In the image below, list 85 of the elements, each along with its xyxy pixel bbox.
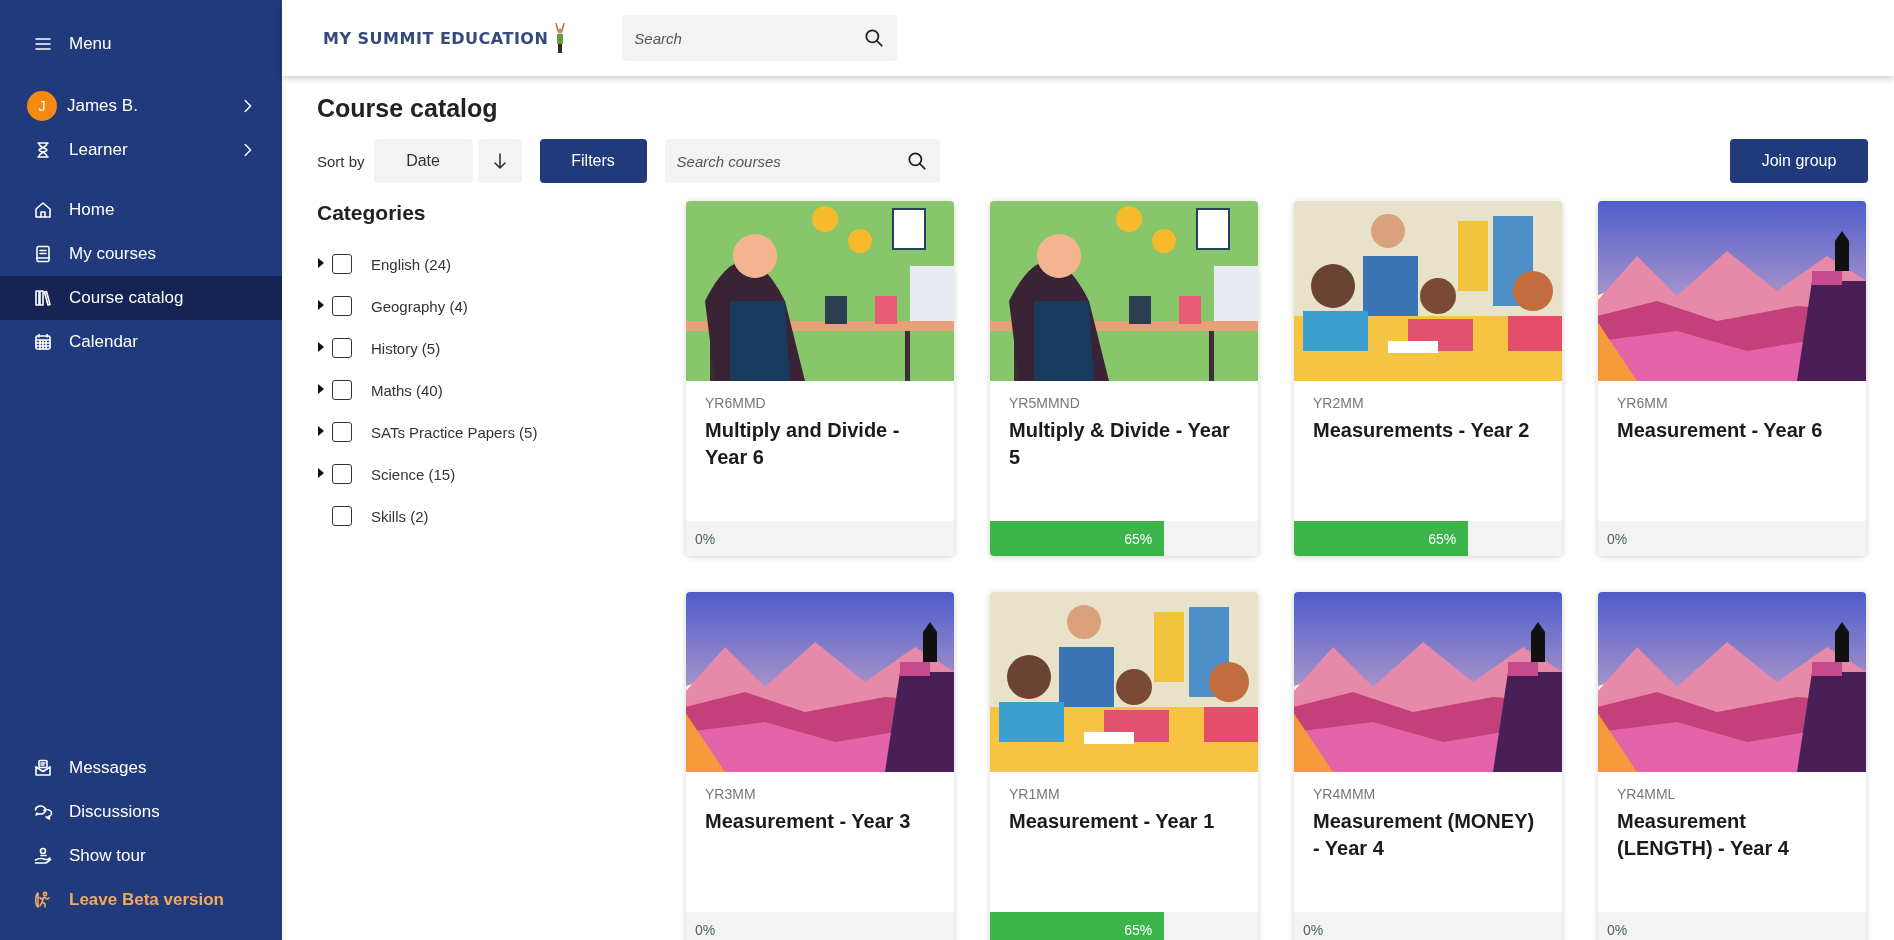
- nav-item[interactable]: Messages: [0, 746, 282, 790]
- page-title: Course catalog: [317, 94, 499, 123]
- checkbox[interactable]: [332, 296, 352, 316]
- home-icon: [33, 200, 53, 220]
- exit-icon: [33, 890, 53, 910]
- search-icon: [905, 150, 928, 172]
- progress-label: 0%: [695, 529, 716, 549]
- course-card[interactable]: YR5MMND Multiply & Divide - Year 5 65%: [990, 201, 1258, 556]
- expand-arrow-icon[interactable]: [317, 299, 325, 311]
- checkbox[interactable]: [332, 254, 352, 274]
- progress-label: 0%: [1607, 529, 1628, 549]
- book-icon: [33, 244, 53, 264]
- nav-item[interactable]: Home: [0, 188, 282, 232]
- sort-direction-button[interactable]: [477, 139, 522, 183]
- category-label[interactable]: History (5): [371, 339, 441, 357]
- course-title: Measurement - Year 6: [1617, 418, 1824, 443]
- user-menu[interactable]: J James B.: [0, 84, 282, 128]
- search-field[interactable]: Search: [622, 15, 898, 61]
- course-code: YR4MMM: [1313, 786, 1377, 802]
- course-card[interactable]: YR2MM Measurements - Year 2 65%: [1294, 201, 1562, 556]
- menu-toggle[interactable]: Menu: [0, 22, 282, 66]
- course-title: Measurement (MONEY) - Year 4: [1313, 809, 1536, 861]
- category-label[interactable]: English (24): [371, 255, 452, 273]
- course-code: YR1MM: [1009, 786, 1061, 802]
- checkbox[interactable]: [332, 338, 352, 358]
- progress-label: 0%: [695, 920, 716, 940]
- course-card[interactable]: YR6MMD Multiply and Divide - Year 6 0%: [686, 201, 954, 556]
- course-title: Measurement (LENGTH) - Year 4: [1617, 809, 1790, 861]
- checkbox[interactable]: [332, 422, 352, 442]
- sort-label: Sort by: [317, 152, 365, 170]
- sort-dropdown[interactable]: Date: [373, 139, 473, 183]
- course-card[interactable]: YR1MM Measurement - Year 1 65%: [990, 592, 1258, 940]
- course-card[interactable]: YR4MML Measurement (LENGTH) - Year 4 0%: [1598, 592, 1866, 940]
- categories-heading: Categories: [317, 201, 427, 225]
- nav-item[interactable]: Leave Beta version: [0, 878, 282, 922]
- role-menu[interactable]: Learner: [0, 128, 282, 172]
- category-label[interactable]: Science (15): [371, 465, 456, 483]
- logo-text[interactable]: MY SUMMIT EDUCATION: [323, 28, 549, 48]
- filters-button[interactable]: Filters: [539, 139, 647, 183]
- course-code: YR2MM: [1313, 395, 1365, 411]
- progress-label: 0%: [1303, 920, 1324, 940]
- checkbox[interactable]: [332, 506, 352, 526]
- books-icon: [33, 288, 53, 308]
- course-code: YR5MMND: [1009, 395, 1081, 411]
- chat-bubbles-icon: [33, 802, 53, 822]
- course-title: Measurement - Year 1: [1009, 809, 1216, 834]
- nav-item[interactable]: Course catalog: [0, 276, 282, 320]
- category-label[interactable]: SATs Practice Papers (5): [371, 423, 538, 441]
- category-label[interactable]: Skills (2): [371, 507, 429, 525]
- progress-label: 65%: [1123, 529, 1154, 549]
- progress-label: 0%: [1607, 920, 1628, 940]
- course-card[interactable]: YR3MM Measurement - Year 3 0%: [686, 592, 954, 940]
- category-label[interactable]: Maths (40): [371, 381, 443, 399]
- progress-label: 65%: [1427, 529, 1458, 549]
- course-card[interactable]: YR4MMM Measurement (MONEY) - Year 4 0%: [1294, 592, 1562, 940]
- nav-item[interactable]: Discussions: [0, 790, 282, 834]
- envelope-icon: [33, 758, 53, 778]
- course-code: YR4MML: [1617, 786, 1677, 802]
- course-title: Measurements - Year 2: [1313, 418, 1531, 443]
- course-title: Multiply and Divide - Year 6: [705, 418, 901, 470]
- expand-arrow-icon[interactable]: [317, 341, 325, 353]
- course-code: YR3MM: [705, 786, 757, 802]
- checkbox[interactable]: [332, 464, 352, 484]
- course-code: YR6MM: [1617, 395, 1669, 411]
- nav-item[interactable]: Show tour: [0, 834, 282, 878]
- avatar: J: [27, 91, 57, 121]
- nav-item[interactable]: My courses: [0, 232, 282, 276]
- checkbox[interactable]: [332, 380, 352, 400]
- course-code: YR6MMD: [705, 395, 767, 411]
- category-label[interactable]: Geography (4): [371, 297, 468, 315]
- expand-arrow-icon[interactable]: [317, 257, 325, 269]
- course-card[interactable]: YR6MM Measurement - Year 6 0%: [1598, 201, 1866, 556]
- expand-arrow-icon[interactable]: [317, 467, 325, 479]
- nav-item[interactable]: Calendar: [0, 320, 282, 364]
- course-search-field[interactable]: Search courses: [664, 139, 940, 183]
- course-title: Measurement - Year 3: [705, 809, 912, 834]
- hiker-icon: [554, 23, 567, 53]
- calendar-icon: [33, 332, 53, 352]
- course-title: Multiply & Divide - Year 5: [1009, 418, 1231, 470]
- hand-icon: [33, 846, 53, 866]
- expand-arrow-icon[interactable]: [317, 383, 325, 395]
- expand-arrow-icon[interactable]: [317, 425, 325, 437]
- search-icon: [863, 27, 886, 49]
- join-group-button[interactable]: Join group: [1730, 139, 1868, 183]
- progress-label: 65%: [1123, 920, 1154, 940]
